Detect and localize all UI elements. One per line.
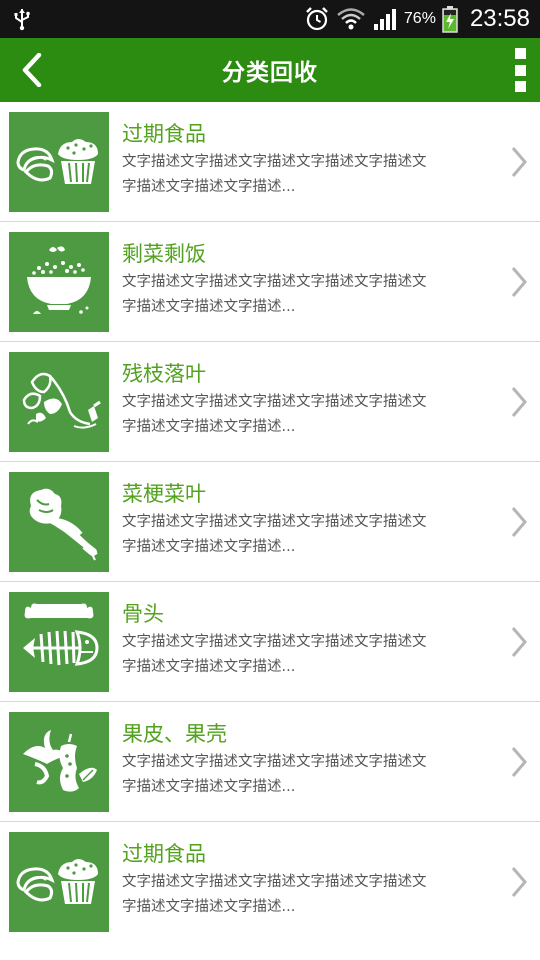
- description-line: 文字描述文字描述文字描述文字描述文字描述文: [122, 634, 427, 650]
- thumbnail: [9, 472, 109, 572]
- overflow-menu-button[interactable]: [512, 48, 528, 92]
- thumbnail: [9, 352, 109, 452]
- fallen-leaves-icon: [22, 372, 101, 429]
- description-line: 字描述文字描述文字描述...: [122, 179, 296, 195]
- description-line: 字描述文字描述文字描述...: [122, 659, 296, 675]
- chevron-right-icon: [511, 147, 527, 177]
- back-button[interactable]: [14, 52, 50, 88]
- chevron-right-icon: [511, 747, 527, 777]
- thumbnail: [9, 232, 109, 332]
- description-line: 文字描述文字描述文字描述文字描述文字描述文: [122, 154, 427, 170]
- chevron-right-icon: [511, 267, 527, 297]
- back-chevron-icon: [22, 53, 42, 87]
- list-item[interactable]: 残枝落叶 文字描述文字描述文字描述文字描述文字描述文 字描述文字描述文字描述..…: [0, 342, 540, 462]
- item-title: 果皮、果壳: [122, 722, 227, 746]
- list-item[interactable]: 菜梗菜叶 文字描述文字描述文字描述文字描述文字描述文 字描述文字描述文字描述..…: [0, 462, 540, 582]
- item-description: 文字描述文字描述文字描述文字描述文字描述文 字描述文字描述文字描述...: [122, 750, 472, 800]
- description-line: 字描述文字描述文字描述...: [122, 539, 296, 555]
- chevron-right-icon: [511, 507, 527, 537]
- item-description: 文字描述文字描述文字描述文字描述文字描述文 字描述文字描述文字描述...: [122, 870, 472, 920]
- wifi-icon: [337, 8, 365, 30]
- bone-fishbone-icon: [23, 603, 99, 666]
- fruit-peel-icon: [23, 730, 97, 792]
- category-list: 过期食品 文字描述文字描述文字描述文字描述文字描述文 字描述文字描述文字描述..…: [0, 102, 540, 942]
- item-title: 残枝落叶: [122, 362, 206, 386]
- leftover-rice-bowl-icon: [27, 246, 91, 314]
- menu-dot: [514, 48, 526, 59]
- app-header: 分类回收: [0, 38, 540, 102]
- chevron-right-icon: [511, 627, 527, 657]
- item-description: 文字描述文字描述文字描述文字描述文字描述文 字描述文字描述文字描述...: [122, 150, 472, 200]
- alarm-icon: [306, 7, 328, 31]
- description-line: 文字描述文字描述文字描述文字描述文字描述文: [122, 394, 427, 410]
- thumbnail: [9, 832, 109, 932]
- expired-food-icon: [16, 139, 98, 184]
- expired-food-icon: [16, 859, 98, 904]
- item-title: 过期食品: [122, 842, 206, 866]
- vegetable-icon: [29, 488, 98, 561]
- item-title: 菜梗菜叶: [122, 482, 206, 506]
- item-title: 剩菜剩饭: [122, 242, 206, 266]
- description-line: 文字描述文字描述文字描述文字描述文字描述文: [122, 754, 427, 770]
- list-item[interactable]: 剩菜剩饭 文字描述文字描述文字描述文字描述文字描述文 字描述文字描述文字描述..…: [0, 222, 540, 342]
- description-line: 字描述文字描述文字描述...: [122, 779, 296, 795]
- item-description: 文字描述文字描述文字描述文字描述文字描述文 字描述文字描述文字描述...: [122, 630, 472, 680]
- menu-dot: [514, 64, 526, 76]
- thumbnail: [9, 592, 109, 692]
- menu-dot: [514, 81, 526, 92]
- description-line: 文字描述文字描述文字描述文字描述文字描述文: [122, 514, 427, 530]
- list-item[interactable]: 过期食品 文字描述文字描述文字描述文字描述文字描述文 字描述文字描述文字描述..…: [0, 102, 540, 222]
- description-line: 字描述文字描述文字描述...: [122, 419, 296, 435]
- thumbnail: [9, 712, 109, 812]
- item-description: 文字描述文字描述文字描述文字描述文字描述文 字描述文字描述文字描述...: [122, 510, 472, 560]
- item-title: 过期食品: [122, 122, 206, 146]
- thumbnail: [9, 112, 109, 212]
- item-description: 文字描述文字描述文字描述文字描述文字描述文 字描述文字描述文字描述...: [122, 270, 472, 320]
- usb-icon: [14, 9, 30, 31]
- item-title: 骨头: [122, 602, 164, 626]
- page-title: 分类回收: [222, 60, 318, 86]
- signal-icon: [373, 9, 396, 30]
- clock: 23:58: [469, 5, 530, 32]
- battery-charging-icon: [442, 6, 458, 33]
- item-description: 文字描述文字描述文字描述文字描述文字描述文 字描述文字描述文字描述...: [122, 390, 472, 440]
- list-item[interactable]: 果皮、果壳 文字描述文字描述文字描述文字描述文字描述文 字描述文字描述文字描述.…: [0, 702, 540, 822]
- chevron-right-icon: [511, 867, 527, 897]
- status-bar: 76% 23:58: [0, 0, 540, 38]
- chevron-right-icon: [511, 387, 527, 417]
- battery-percent: 76%: [403, 10, 436, 27]
- description-line: 字描述文字描述文字描述...: [122, 899, 296, 915]
- list-item[interactable]: 骨头 文字描述文字描述文字描述文字描述文字描述文 字描述文字描述文字描述...: [0, 582, 540, 702]
- description-line: 文字描述文字描述文字描述文字描述文字描述文: [122, 274, 427, 290]
- description-line: 字描述文字描述文字描述...: [122, 299, 296, 315]
- list-item[interactable]: 过期食品 文字描述文字描述文字描述文字描述文字描述文 字描述文字描述文字描述..…: [0, 822, 540, 942]
- description-line: 文字描述文字描述文字描述文字描述文字描述文: [122, 874, 427, 890]
